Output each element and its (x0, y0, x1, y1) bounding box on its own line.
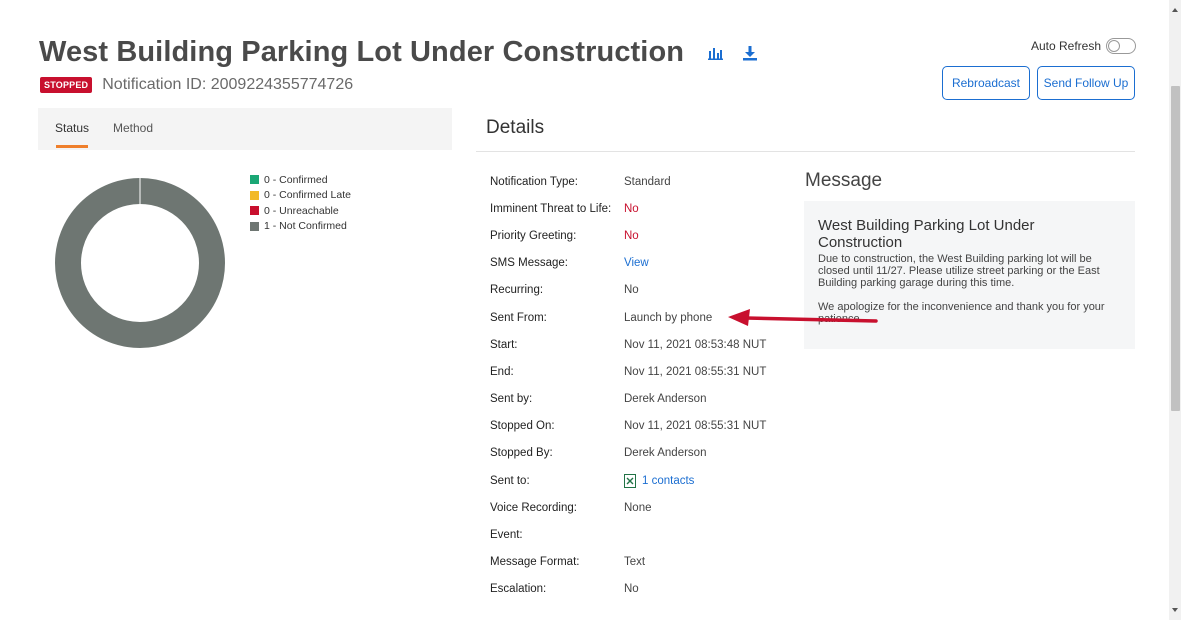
detail-row: Start: Nov 11, 2021 08:53:48 NUT (490, 331, 790, 358)
message-heading: West Building Parking Lot Under Construc… (818, 217, 1035, 251)
detail-value: Text (624, 556, 646, 569)
detail-value: Standard (624, 175, 671, 188)
detail-label: Recurring: (490, 284, 544, 297)
detail-value: No (624, 583, 639, 596)
detail-label: Priority Greeting: (490, 229, 577, 242)
notification-detail-page: West Building Parking Lot Under Construc… (0, 0, 1169, 620)
details-divider (476, 151, 1135, 152)
scroll-down-icon[interactable] (1172, 608, 1178, 612)
detail-row: Imminent Threat to Life: No (490, 195, 790, 222)
detail-row: Stopped By: Derek Anderson (490, 440, 790, 467)
detail-row: Escalation: No (490, 576, 790, 603)
legend-label: 0 - Confirmed (264, 173, 328, 186)
toggle-knob (1108, 40, 1120, 52)
legend-label: 0 - Confirmed Late (264, 189, 351, 202)
legend-swatch (250, 206, 259, 216)
detail-label: Sent From: (490, 311, 547, 324)
download-icon[interactable] (740, 43, 760, 63)
status-badge: STOPPED (40, 77, 93, 93)
detail-value: Derek Anderson (624, 447, 707, 460)
detail-row: SMS Message: View (490, 250, 790, 277)
detail-label: SMS Message: (490, 257, 568, 270)
contacts-count: 1 contacts (642, 474, 695, 487)
detail-value: No (624, 202, 639, 215)
donut-slice[interactable] (55, 178, 225, 348)
detail-label: Voice Recording: (490, 501, 577, 514)
detail-label: Stopped On: (490, 420, 555, 433)
detail-row: Stopped On: Nov 11, 2021 08:55:31 NUT (490, 413, 790, 440)
status-donut-chart (55, 178, 225, 348)
legend-swatch (250, 175, 259, 185)
legend-label: 1 - Not Confirmed (264, 220, 347, 233)
detail-value: Derek Anderson (624, 393, 707, 406)
detail-row: End: Nov 11, 2021 08:55:31 NUT (490, 358, 790, 385)
legend-item[interactable]: 1 - Not Confirmed (250, 219, 351, 235)
message-body: Due to construction, the West Building p… (818, 253, 1100, 289)
legend-swatch (250, 221, 259, 231)
auto-refresh-label: Auto Refresh (1030, 39, 1101, 53)
detail-label: Notification Type: (490, 175, 579, 188)
legend-item[interactable]: 0 - Confirmed (250, 172, 351, 188)
scrollbar-thumb[interactable] (1171, 86, 1180, 411)
detail-label: Message Format: (490, 556, 580, 569)
detail-row: Message Format: Text (490, 549, 790, 576)
detail-value: Nov 11, 2021 08:55:31 NUT (624, 365, 767, 378)
chart-legend: 0 - Confirmed 0 - Confirmed Late 0 - Unrea… (250, 172, 351, 234)
tab-method[interactable]: Method (113, 121, 153, 135)
detail-label: End: (490, 365, 514, 378)
detail-value: Launch by phone (624, 311, 713, 324)
detail-label: Sent by: (490, 393, 533, 406)
detail-value: None (624, 501, 652, 514)
contacts-link[interactable]: 1 contacts (624, 473, 695, 488)
details-list: Notification Type: Standard Imminent Threa… (490, 168, 790, 603)
message-title: Message (805, 170, 883, 191)
detail-row: Priority Greeting: No (490, 222, 790, 249)
auto-refresh-toggle[interactable] (1106, 38, 1136, 54)
vertical-scrollbar[interactable] (1169, 0, 1181, 620)
detail-row: Event: (490, 521, 790, 548)
status-tabs-bar: Status Method (38, 108, 452, 150)
detail-label: Start: (490, 338, 518, 351)
send-follow-up-button[interactable]: Send Follow Up (1037, 66, 1135, 100)
rebroadcast-button[interactable]: Rebroadcast (942, 66, 1030, 100)
scroll-up-icon[interactable] (1172, 8, 1178, 12)
detail-row: Voice Recording: None (490, 494, 790, 521)
detail-row: Notification Type: Standard (490, 168, 790, 195)
detail-label: Escalation: (490, 583, 547, 596)
title-row: West Building Parking Lot Under Construc… (39, 36, 760, 69)
detail-value: No (624, 229, 639, 242)
tab-status[interactable]: Status (55, 121, 89, 135)
detail-value-link[interactable]: View (624, 257, 649, 269)
detail-row: Sent by: Derek Anderson (490, 386, 790, 413)
legend-item[interactable]: 0 - Unreachable (250, 203, 351, 219)
detail-label: Imminent Threat to Life: (490, 202, 612, 215)
page-title: West Building Parking Lot Under Construc… (39, 36, 685, 68)
detail-label: Event: (490, 529, 523, 542)
detail-row: Sent to: 1 contacts (490, 467, 790, 494)
detail-label: Stopped By: (490, 447, 553, 460)
detail-value: Nov 11, 2021 08:53:48 NUT (624, 338, 767, 351)
auto-refresh: Auto Refresh (1031, 38, 1136, 54)
detail-row: Recurring: No (490, 277, 790, 304)
title-actions (706, 43, 760, 63)
active-tab-indicator (56, 145, 88, 148)
detail-value: No (624, 284, 639, 297)
legend-label: 0 - Unreachable (264, 204, 339, 217)
detail-value: Nov 11, 2021 08:55:31 NUT (624, 420, 767, 433)
notification-id: Notification ID: 2009224355774726 (102, 76, 354, 93)
annotation-arrow-icon (728, 309, 878, 326)
detail-label: Sent to: (490, 474, 530, 487)
excel-file-icon (624, 473, 636, 488)
bar-chart-icon[interactable] (706, 43, 726, 63)
subtitle-row: STOPPED Notification ID: 200922435577472… (40, 76, 353, 94)
legend-item[interactable]: 0 - Confirmed Late (250, 188, 351, 204)
details-title: Details (486, 117, 545, 138)
legend-swatch (250, 190, 259, 200)
